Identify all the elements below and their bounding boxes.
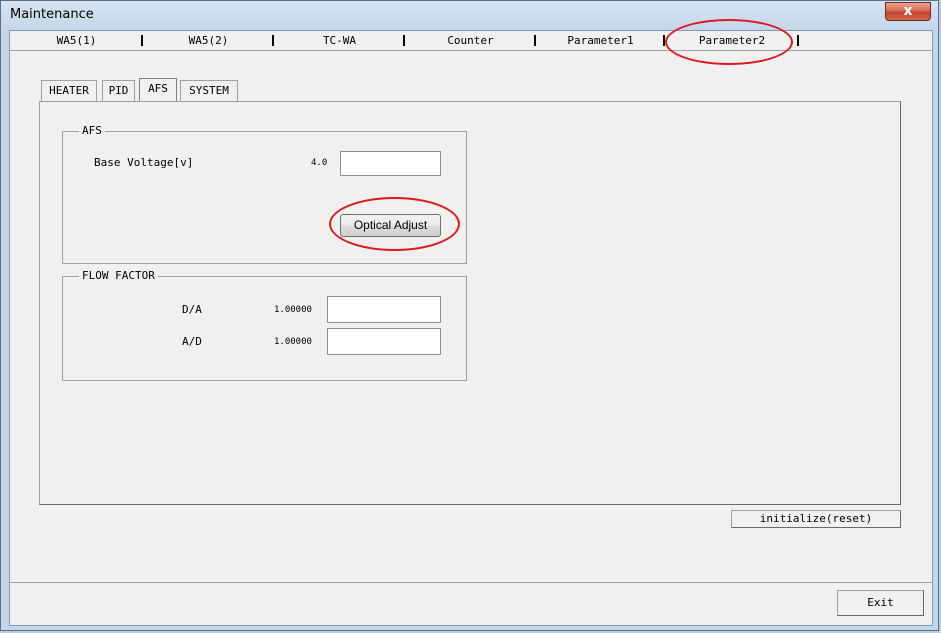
tab-parameter1[interactable]: Parameter1	[536, 32, 665, 49]
ad-input[interactable]	[327, 328, 441, 355]
tab-label: Parameter1	[567, 34, 634, 47]
tab-system[interactable]: SYSTEM	[180, 80, 238, 101]
afs-group-title: AFS	[79, 124, 105, 137]
base-voltage-value: 4.0	[311, 158, 328, 168]
tab-parameter2[interactable]: Parameter2	[665, 32, 799, 49]
da-label: D/A	[182, 303, 202, 316]
tab-label: PID	[108, 84, 129, 97]
ad-label: A/D	[182, 335, 202, 348]
tab-label: WA5(2)	[188, 34, 229, 47]
tab-afs[interactable]: AFS	[139, 78, 177, 101]
close-button[interactable]: x	[885, 2, 931, 21]
client-area: WA5(1) WA5(2) TC-WA Counter Parameter1 P…	[9, 19, 933, 626]
ad-value: 1.00000	[274, 337, 312, 347]
close-icon: x	[903, 3, 913, 19]
optical-adjust-button[interactable]: Optical Adjust	[340, 214, 441, 237]
optical-adjust-label: Optical Adjust	[353, 218, 428, 232]
footer-divider	[10, 582, 932, 583]
tab-wa5-1[interactable]: WA5(1)	[10, 32, 143, 49]
base-voltage-label: Base Voltage[v]	[94, 156, 194, 169]
tab-tc-wa[interactable]: TC-WA	[274, 32, 405, 49]
initialize-reset-label: initialize(reset)	[759, 512, 873, 525]
exit-label: Exit	[867, 596, 894, 609]
flow-factor-group-title: FLOW FACTOR	[79, 269, 158, 282]
top-tab-strip: WA5(1) WA5(2) TC-WA Counter Parameter1 P…	[10, 31, 932, 51]
afs-group: AFS Base Voltage[v] 4.0 Optical Adjust	[62, 124, 467, 264]
tab-label: TC-WA	[322, 34, 357, 47]
tab-heater[interactable]: HEATER	[41, 80, 97, 101]
tab-counter[interactable]: Counter	[405, 32, 536, 49]
tab-pid[interactable]: PID	[102, 80, 135, 101]
maintenance-window: Maintenance x WA5(1) WA5(2) TC-WA Counte…	[0, 0, 939, 631]
tab-wa5-2[interactable]: WA5(2)	[143, 32, 274, 49]
window-title: Maintenance	[10, 7, 94, 22]
tab-label: WA5(1)	[56, 34, 97, 47]
base-voltage-input[interactable]	[340, 151, 441, 176]
da-input[interactable]	[327, 296, 441, 323]
flow-factor-group: FLOW FACTOR D/A 1.00000 A/D 1.00000	[62, 269, 467, 381]
tab-label: HEATER	[49, 84, 89, 97]
exit-button[interactable]: Exit	[837, 590, 924, 616]
initialize-reset-button[interactable]: initialize(reset)	[731, 510, 901, 528]
title-bar[interactable]: Maintenance x	[1, 1, 940, 29]
tab-label: SYSTEM	[189, 84, 229, 97]
da-value: 1.00000	[274, 305, 312, 315]
tab-label: Parameter2	[698, 34, 766, 47]
tab-label: Counter	[447, 34, 494, 47]
tab-label: AFS	[148, 82, 168, 95]
